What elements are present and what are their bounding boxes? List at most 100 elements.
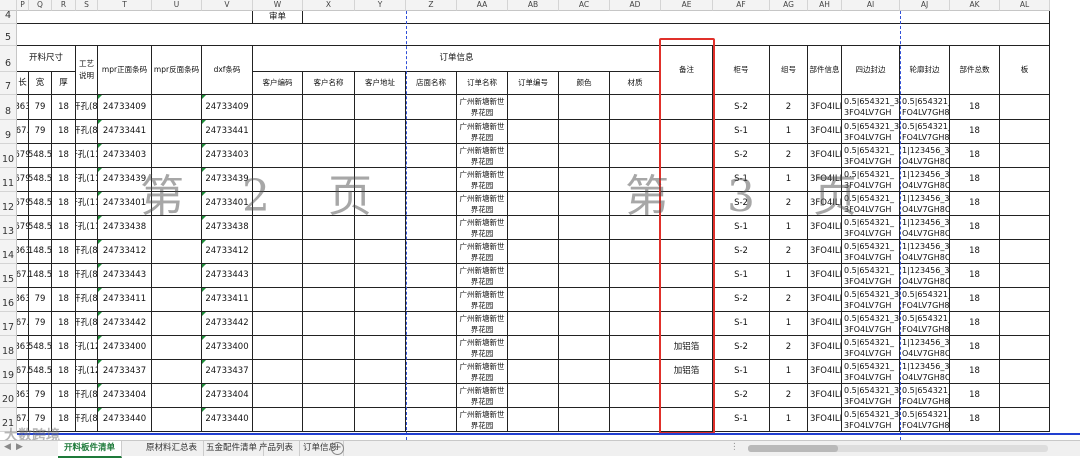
data-cell[interactable]: 148.5 (29, 240, 52, 264)
data-cell[interactable] (303, 360, 355, 384)
data-cell[interactable] (253, 384, 303, 408)
data-cell[interactable]: 3FO4ILHLWGX (808, 336, 842, 360)
data-cell[interactable] (253, 312, 303, 336)
column-header[interactable]: AB (508, 0, 559, 11)
data-cell[interactable]: 24733400 (98, 336, 152, 360)
data-cell[interactable] (1000, 336, 1050, 360)
order-name-cell[interactable]: 广州新塘新世 界花园 (457, 95, 508, 120)
row-header[interactable]: 17 (0, 312, 17, 336)
data-cell[interactable] (559, 408, 610, 432)
data-cell[interactable]: 18 (52, 384, 76, 408)
row-header[interactable]: 13 (0, 216, 17, 240)
data-cell[interactable] (508, 192, 559, 216)
scrollbar-thumb[interactable] (748, 445, 838, 452)
data-cell[interactable] (559, 95, 610, 120)
data-cell[interactable]: S-2 (713, 384, 770, 408)
column-header[interactable]: AD (610, 0, 661, 11)
group-header-order-info[interactable]: 订单信息 (253, 46, 661, 72)
data-cell[interactable] (1000, 408, 1050, 432)
horizontal-scrollbar[interactable] (748, 445, 1048, 452)
column-header[interactable]: Y (355, 0, 406, 11)
data-cell[interactable]: 开孔(11) (76, 144, 98, 168)
data-cell[interactable]: 1 (770, 312, 808, 336)
data-cell[interactable]: 18 (52, 288, 76, 312)
data-cell[interactable] (303, 240, 355, 264)
data-cell[interactable]: 79 (29, 312, 52, 336)
data-cell[interactable]: S-1 (713, 264, 770, 288)
data-cell[interactable] (610, 312, 661, 336)
wheel-edge-cell[interactable]: 1|123456_3F O4LV7GH8C (900, 168, 950, 192)
four-edge-cell[interactable]: 0.5|654321_3 3FO4LV7GH (842, 95, 900, 120)
order-name-cell[interactable]: 广州新塘新世 界花园 (457, 384, 508, 408)
data-cell[interactable]: 24733412 (98, 240, 152, 264)
data-cell[interactable]: 548.5 (29, 336, 52, 360)
data-cell[interactable]: 24733437 (202, 360, 253, 384)
row-header[interactable]: 18 (0, 336, 17, 360)
data-cell[interactable]: 1 (770, 264, 808, 288)
data-cell[interactable]: 24733441 (98, 120, 152, 144)
data-cell[interactable] (1000, 120, 1050, 144)
data-cell[interactable]: 18 (52, 168, 76, 192)
data-cell[interactable]: S-2 (713, 288, 770, 312)
data-cell[interactable]: 18 (950, 408, 1000, 432)
data-cell[interactable]: S-1 (713, 312, 770, 336)
data-cell[interactable] (303, 264, 355, 288)
sheet-tab[interactable]: 开料板件清单 (58, 441, 123, 458)
data-cell[interactable]: 24733404 (202, 384, 253, 408)
data-cell[interactable]: 18 (52, 240, 76, 264)
row-header[interactable]: 20 (0, 384, 17, 408)
wheel-edge-cell[interactable]: 1|123456_3F O4LV7GH8C (900, 360, 950, 384)
data-cell[interactable]: 18 (950, 120, 1000, 144)
data-cell[interactable] (406, 144, 457, 168)
blank-cell[interactable] (17, 11, 253, 24)
data-cell[interactable]: 18 (52, 216, 76, 240)
data-cell[interactable]: S-1 (713, 360, 770, 384)
data-cell[interactable]: 679 (17, 192, 29, 216)
data-cell[interactable] (508, 312, 559, 336)
data-cell[interactable] (152, 336, 202, 360)
data-cell[interactable]: 24733411 (98, 288, 152, 312)
header-group_no[interactable]: 组号 (770, 46, 808, 95)
data-cell[interactable]: S-2 (713, 240, 770, 264)
data-cell[interactable] (1000, 144, 1050, 168)
data-cell[interactable] (152, 240, 202, 264)
column-header[interactable]: AG (770, 0, 808, 11)
row-header[interactable]: 16 (0, 288, 17, 312)
header-wheel_edge[interactable]: 轮廓封边 (900, 46, 950, 95)
data-cell[interactable] (1000, 288, 1050, 312)
column-header[interactable]: AF (713, 0, 770, 11)
header-total_parts[interactable]: 部件总数 (950, 46, 1000, 95)
data-cell[interactable] (152, 360, 202, 384)
data-cell[interactable] (253, 240, 303, 264)
data-cell[interactable] (152, 120, 202, 144)
four-edge-cell[interactable]: 0.5|654321_ 3FO4LV7GH (842, 264, 900, 288)
data-cell[interactable] (1000, 360, 1050, 384)
wheel-edge-cell[interactable]: 0.5|654321_3FO4LV7GH8C (900, 120, 950, 144)
data-cell[interactable]: 79 (29, 288, 52, 312)
data-cell[interactable]: 24733400 (202, 336, 253, 360)
data-cell[interactable]: 679 (17, 216, 29, 240)
data-cell[interactable] (610, 360, 661, 384)
data-cell[interactable] (355, 384, 406, 408)
data-cell[interactable] (508, 120, 559, 144)
data-cell[interactable]: 1 (770, 120, 808, 144)
data-cell[interactable]: 79 (29, 384, 52, 408)
data-cell[interactable]: 开孔(8) (76, 264, 98, 288)
data-cell[interactable]: 24733437 (98, 360, 152, 384)
wheel-edge-cell[interactable]: 1|123456_3F O4LV7GH8C (900, 264, 950, 288)
header-length[interactable]: 长 (17, 72, 29, 95)
data-cell[interactable] (508, 336, 559, 360)
data-cell[interactable]: S-1 (713, 120, 770, 144)
data-cell[interactable] (406, 264, 457, 288)
add-sheet-icon[interactable]: + (331, 442, 344, 455)
order-name-cell[interactable]: 广州新塘新世 界花园 (457, 408, 508, 432)
column-header[interactable]: Q (29, 0, 52, 11)
data-cell[interactable] (303, 384, 355, 408)
tab-scroll-right-icon[interactable]: ▶ (16, 442, 23, 452)
data-cell[interactable] (253, 288, 303, 312)
data-cell[interactable] (152, 312, 202, 336)
header-thickness[interactable]: 厚 (52, 72, 76, 95)
data-cell[interactable]: 148.5 (29, 264, 52, 288)
data-cell[interactable] (355, 240, 406, 264)
row-header[interactable]: 11 (0, 168, 17, 192)
